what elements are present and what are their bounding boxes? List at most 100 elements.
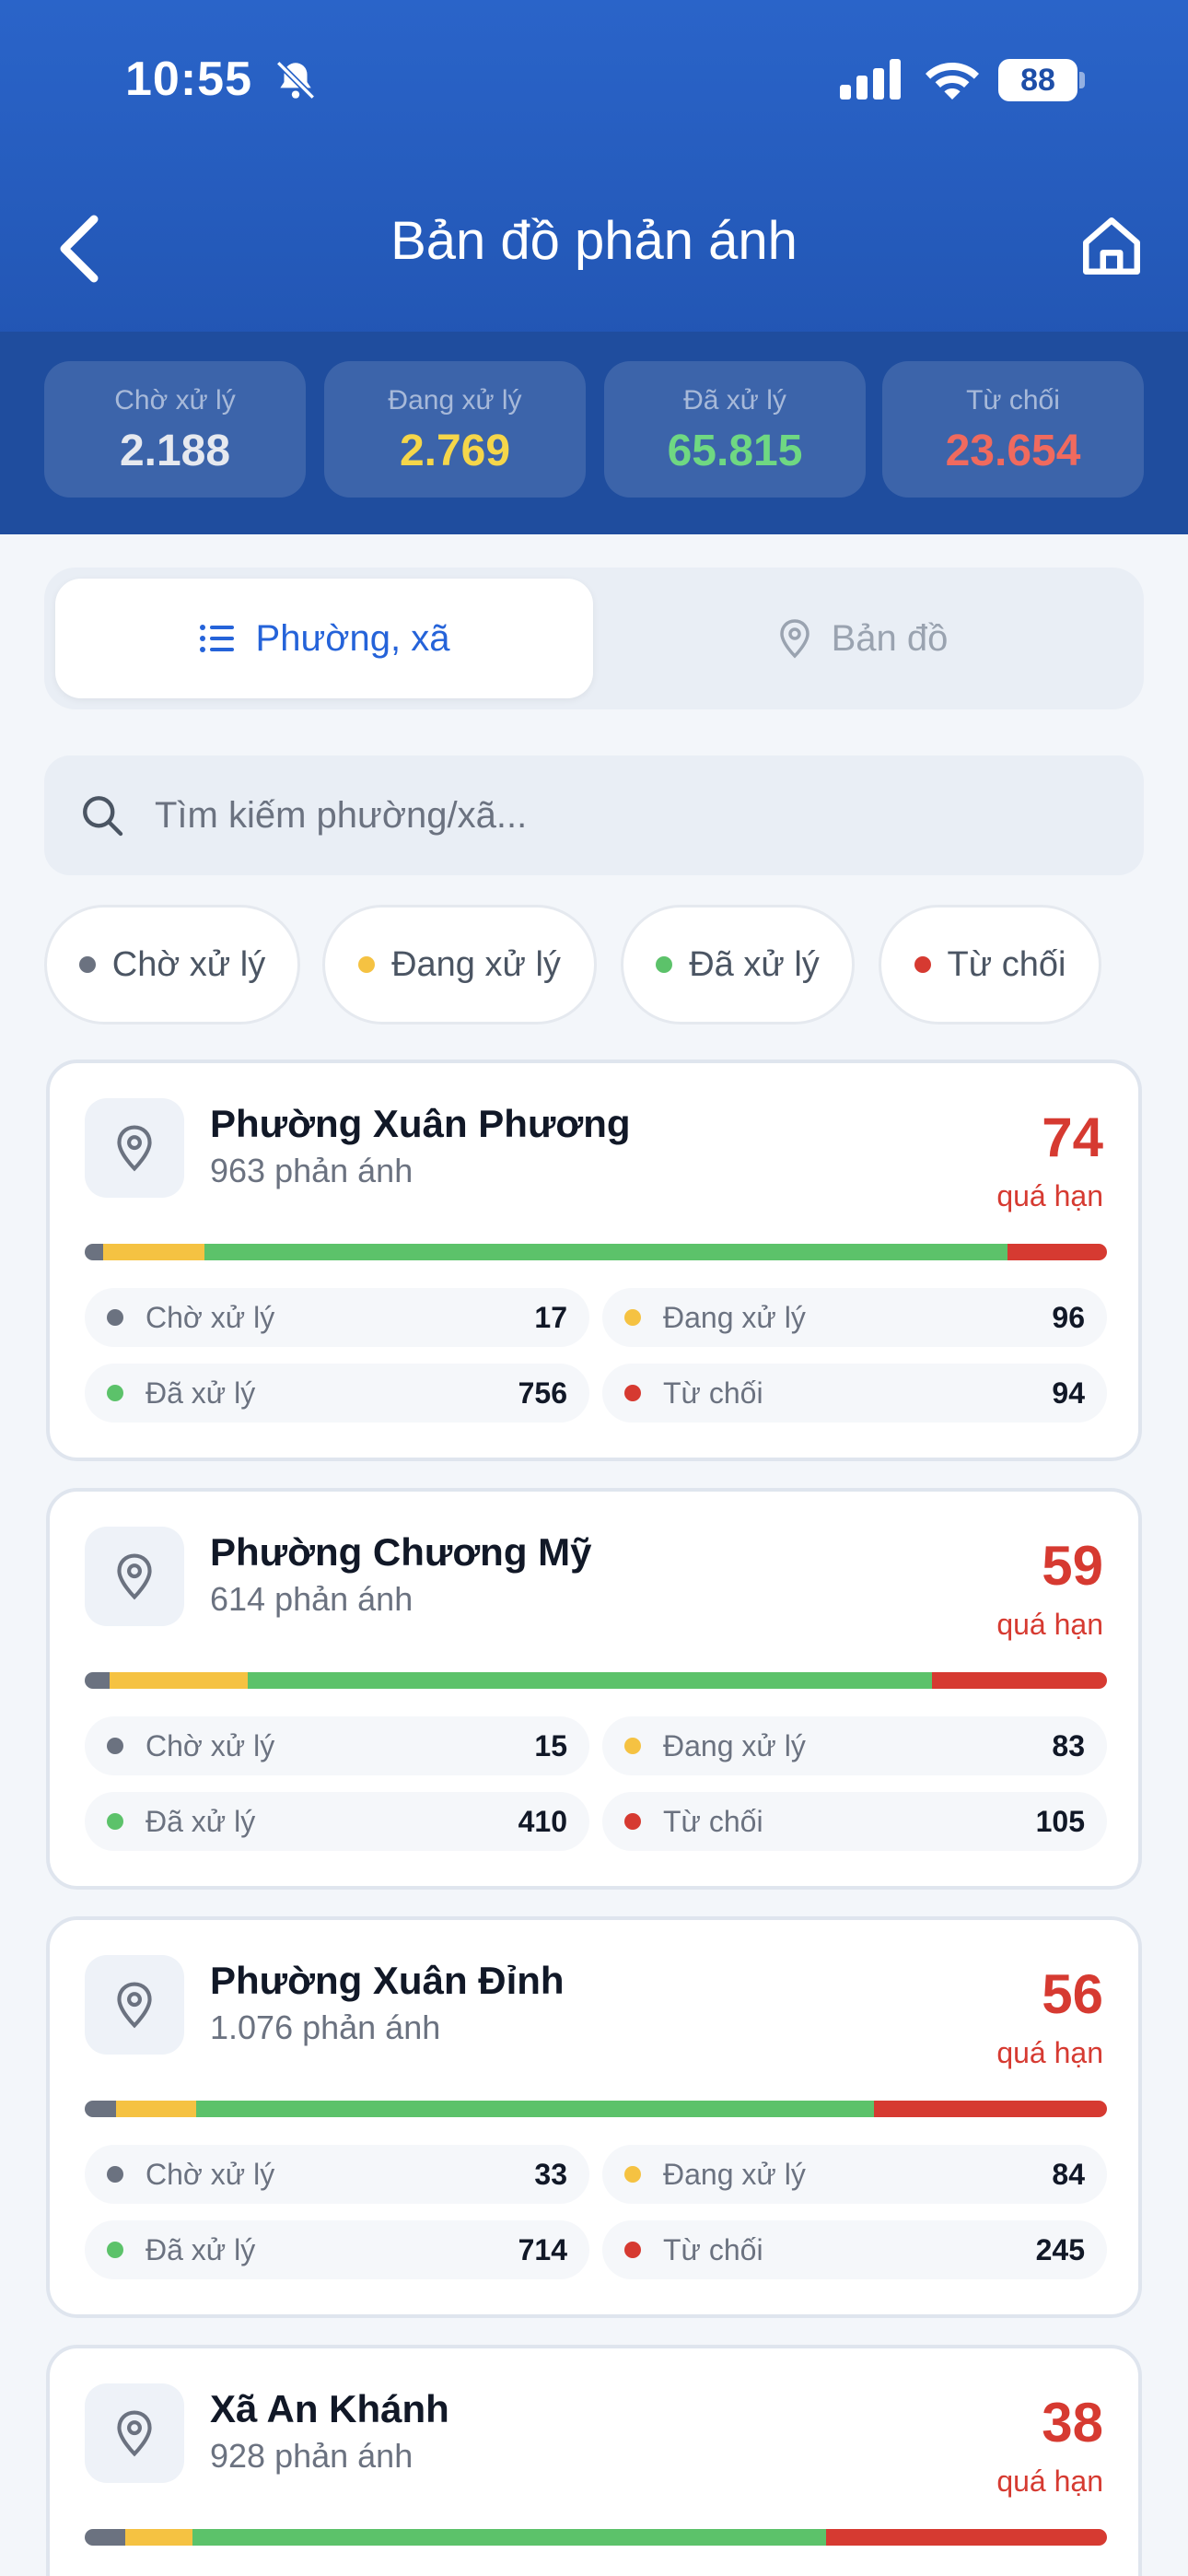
tab-map-label: Bản đồ: [831, 617, 949, 659]
bar-done: [195, 2101, 875, 2117]
filter-chip-processing-label: Đang xử lý: [391, 944, 561, 984]
ward-card[interactable]: Phường Chương Mỹ 614 phản ánh 59 quá hạn…: [46, 1488, 1142, 1890]
done-dot: [107, 2242, 123, 2258]
stat-processing-value: 96: [1052, 1301, 1085, 1334]
tab-ward-list-label: Phường, xã: [255, 617, 450, 659]
ward-name: Phường Chương Mỹ: [210, 1530, 592, 1574]
stat-processing-value: 84: [1052, 2158, 1085, 2191]
ward-name: Phường Xuân Phương: [210, 1102, 631, 1145]
rejected-dot: [624, 1813, 641, 1830]
stat-pending-value: 17: [534, 1301, 567, 1334]
summary-processing-label: Đang xử lý: [388, 385, 522, 416]
stat-processing: Đang xử lý 83: [602, 1716, 1107, 1775]
ward-name: Xã An Khánh: [210, 2387, 449, 2430]
ward-card[interactable]: Phường Xuân Đỉnh 1.076 phản ánh 56 quá h…: [46, 1916, 1142, 2318]
stat-done: Đã xử lý 410: [85, 1792, 589, 1851]
stat-rejected-value: 245: [1035, 2233, 1085, 2266]
ward-icon-box: [85, 1527, 184, 1626]
summary-rejected-label: Từ chối: [966, 385, 1060, 416]
location-pin-icon: [117, 2410, 152, 2457]
stat-pending: Chờ xử lý 17: [85, 1288, 589, 1347]
stat-pending-value: 15: [534, 1729, 567, 1762]
cellular-signal-icon: [840, 59, 901, 100]
summary-stats: Chờ xử lý 2.188 Đang xử lý 2.769 Đã xử l…: [0, 332, 1188, 534]
stat-done-value: 756: [518, 1376, 567, 1410]
ward-card[interactable]: Phường Xuân Phương 963 phản ánh 74 quá h…: [46, 1060, 1142, 1461]
status-progress-bar: [85, 1672, 1107, 1689]
bar-pending: [85, 2529, 126, 2546]
bar-processing: [110, 1672, 249, 1689]
tab-ward-list[interactable]: Phường, xã: [55, 579, 593, 698]
bar-pending: [85, 1244, 103, 1260]
summary-pending-label: Chờ xử lý: [114, 385, 236, 416]
summary-rejected: Từ chối 23.654: [882, 361, 1144, 498]
home-icon[interactable]: [1077, 212, 1146, 280]
summary-done-value: 65.815: [667, 427, 803, 475]
list-icon: [199, 625, 234, 652]
overdue-count: 74: [1042, 1107, 1103, 1168]
bar-rejected: [1007, 1244, 1107, 1260]
bar-done: [248, 1672, 932, 1689]
filter-chip-rejected[interactable]: Từ chối: [879, 905, 1101, 1025]
stat-rejected-label: Từ chối: [663, 2233, 763, 2266]
stat-rejected: Từ chối 245: [602, 2220, 1107, 2279]
stat-done-label: Đã xử lý: [146, 1376, 256, 1410]
bar-pending: [85, 1672, 111, 1689]
filter-chip-processing[interactable]: Đang xử lý: [322, 905, 597, 1025]
battery-tip: [1079, 72, 1085, 88]
stat-done-value: 410: [518, 1805, 567, 1838]
stat-processing: Đang xử lý 84: [602, 2145, 1107, 2204]
done-dot: [107, 1813, 123, 1830]
stat-done-label: Đã xử lý: [146, 2233, 256, 2266]
stat-pending: Chờ xử lý 33: [85, 2145, 589, 2204]
pending-dot: [107, 1738, 123, 1754]
tab-map[interactable]: Bản đồ: [593, 579, 1133, 698]
search-bar: [44, 755, 1144, 875]
rejected-dot: [624, 2242, 641, 2258]
processing-dot: [624, 1738, 641, 1754]
filter-chip-done[interactable]: Đã xử lý: [621, 905, 855, 1025]
stat-done-value: 714: [518, 2233, 567, 2266]
summary-done-label: Đã xử lý: [683, 385, 786, 416]
ward-icon-box: [85, 1098, 184, 1198]
battery-indicator: 88: [998, 59, 1077, 101]
location-pin-icon: [117, 1982, 152, 2029]
status-progress-bar: [85, 2529, 1107, 2546]
pending-dot: [107, 2166, 123, 2183]
header: 10:55 88 Bản đồ phản ánh Chờ xử lý 2.188…: [0, 0, 1188, 534]
done-dot: [107, 1385, 123, 1401]
overdue-count: 59: [1042, 1535, 1103, 1597]
status-bar: 10:55 88: [0, 0, 1188, 157]
summary-rejected-value: 23.654: [945, 427, 1081, 475]
stat-done-label: Đã xử lý: [146, 1805, 256, 1838]
stat-processing: Đang xử lý 96: [602, 1288, 1107, 1347]
pending-dot: [78, 956, 96, 973]
filter-chip-pending[interactable]: Chờ xử lý: [44, 905, 300, 1025]
stat-done: Đã xử lý 756: [85, 1364, 589, 1423]
bell-muted-icon: [275, 60, 316, 100]
bar-rejected: [874, 2101, 1107, 2117]
filter-chip-rejected-label: Từ chối: [947, 944, 1066, 984]
overdue-count: 38: [1042, 2392, 1103, 2453]
bar-processing: [116, 2101, 196, 2117]
stat-pending-label: Chờ xử lý: [146, 2158, 275, 2191]
summary-processing: Đang xử lý 2.769: [324, 361, 586, 498]
ward-icon-box: [85, 2383, 184, 2483]
page-title: Bản đồ phản ánh: [390, 211, 798, 271]
search-input[interactable]: [155, 755, 1112, 875]
processing-dot: [624, 1309, 641, 1326]
ward-card[interactable]: Xã An Khánh 928 phản ánh 38 quá hạn: [46, 2345, 1142, 2576]
stat-pending-label: Chờ xử lý: [146, 1301, 275, 1334]
stat-processing-label: Đang xử lý: [663, 2158, 806, 2191]
summary-pending-value: 2.188: [119, 427, 231, 475]
status-time: 10:55: [125, 53, 252, 106]
stat-rejected: Từ chối 105: [602, 1792, 1107, 1851]
bar-processing: [102, 1244, 205, 1260]
location-pin-icon: [117, 1125, 152, 1172]
processing-dot: [358, 956, 376, 973]
stat-pending: Chờ xử lý 15: [85, 1716, 589, 1775]
summary-pending: Chờ xử lý 2.188: [44, 361, 306, 498]
stat-pending-value: 33: [534, 2158, 567, 2191]
ward-icon-box: [85, 1955, 184, 2055]
overdue-label: quá hạn: [996, 1608, 1103, 1641]
